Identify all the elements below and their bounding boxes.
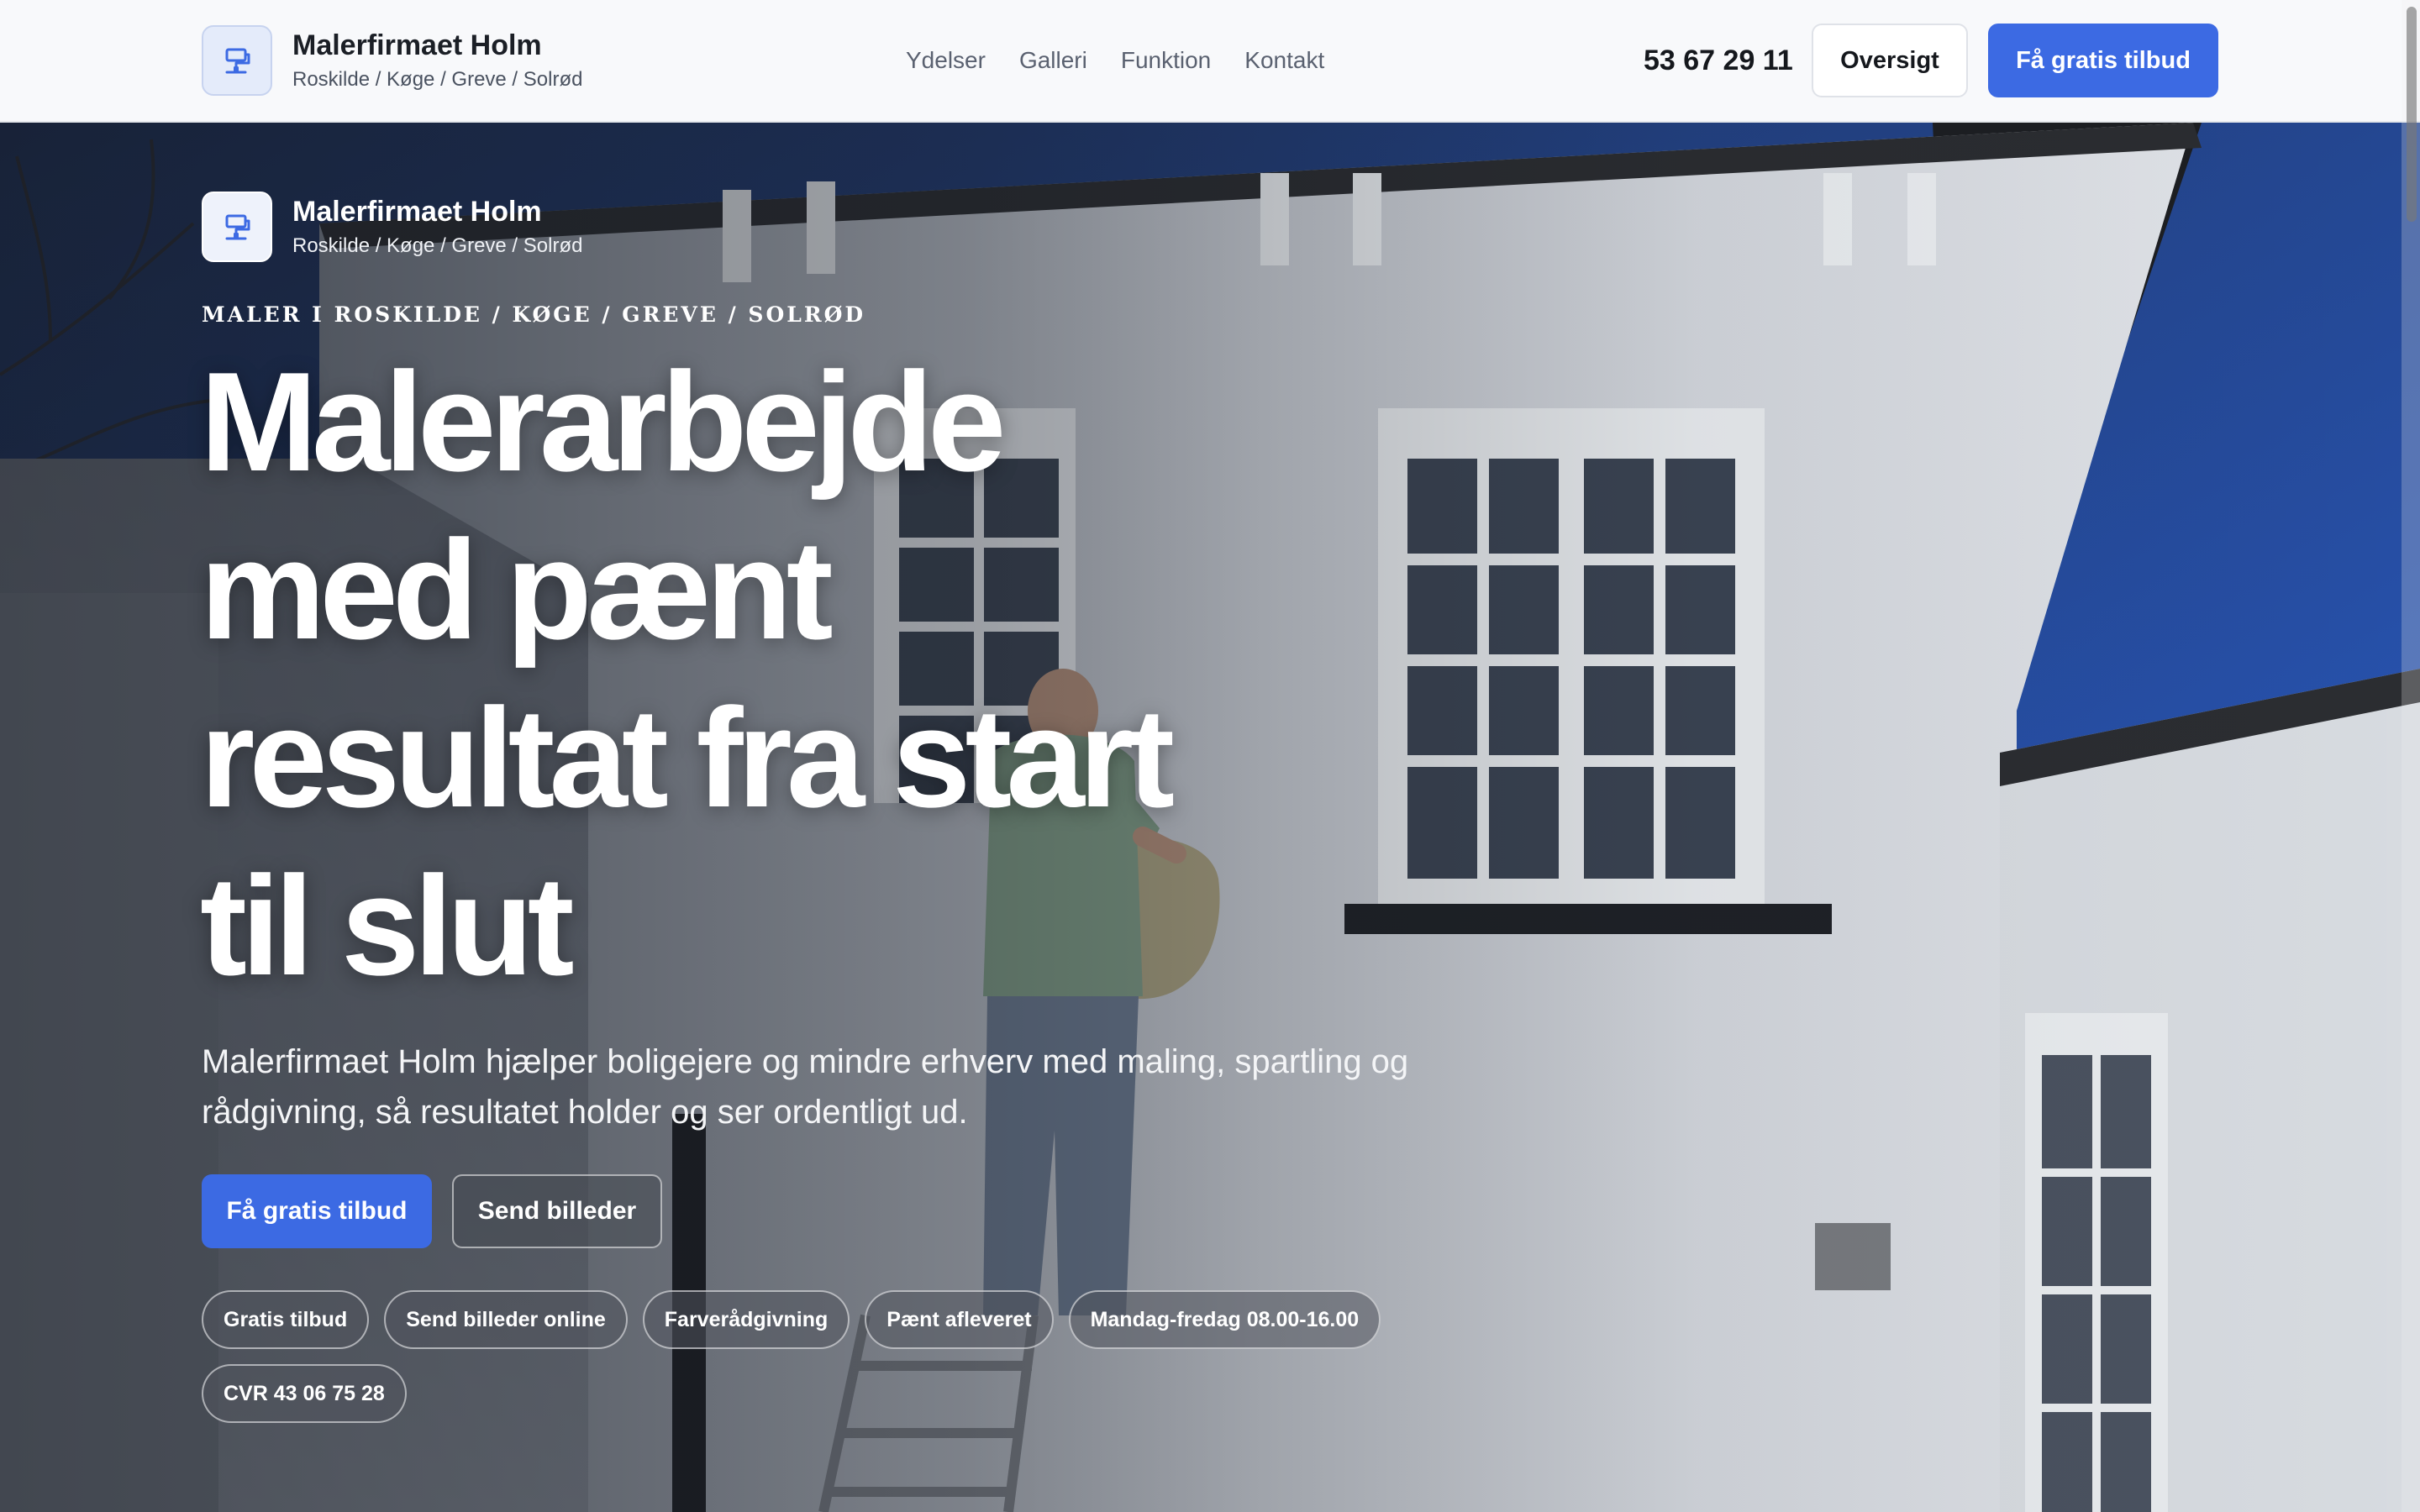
nav-item-ydelser[interactable]: Ydelser xyxy=(906,44,986,77)
scrollbar-thumb[interactable] xyxy=(2407,7,2417,222)
chip-cvr: CVR 43 06 75 28 xyxy=(202,1364,407,1423)
chip-neatly-delivered: Pænt afleveret xyxy=(865,1290,1054,1349)
paint-roller-icon xyxy=(202,25,272,96)
feature-chips: Gratis tilbud Send billeder online Farve… xyxy=(202,1290,1428,1423)
hero-eyebrow: MALER I ROSKILDE / KØGE / GREVE / SOLRØD xyxy=(202,302,866,327)
brand-tagline: Roskilde / Køge / Greve / Solrød xyxy=(292,68,583,91)
hero-description: Malerfirmaet Holm hjælper boligejere og … xyxy=(202,1043,1409,1131)
brand-name: Malerfirmaet Holm xyxy=(292,29,542,61)
chip-color-advice: Farverådgivning xyxy=(642,1290,850,1349)
site-header: Malerfirmaet Holm Roskilde / Køge / Grev… xyxy=(0,0,2420,123)
phone-link[interactable]: 53 67 29 11 xyxy=(1644,42,1793,79)
main-nav: Ydelser Galleri Funktion Kontakt xyxy=(906,44,1324,77)
paint-roller-icon xyxy=(202,192,272,262)
overview-button[interactable]: Oversigt xyxy=(1812,24,1968,97)
hero-section: Malerfirmaet Holm Roskilde / Køge / Grev… xyxy=(0,123,2420,1512)
get-quote-button[interactable]: Få gratis tilbud xyxy=(1988,24,2218,97)
hero-get-quote-button[interactable]: Få gratis tilbud xyxy=(202,1174,432,1248)
hero-brand: Malerfirmaet Holm Roskilde / Køge / Grev… xyxy=(202,192,582,262)
chip-opening-hours: Mandag-fredag 08.00-16.00 xyxy=(1068,1290,1381,1349)
chip-send-photos-online: Send billeder online xyxy=(384,1290,628,1349)
send-photos-button[interactable]: Send billeder xyxy=(452,1174,662,1248)
hero-brand-tagline: Roskilde / Køge / Greve / Solrød xyxy=(292,234,583,257)
nav-item-galleri[interactable]: Galleri xyxy=(1019,44,1087,77)
page-scrollbar[interactable] xyxy=(2402,0,2420,1512)
nav-item-kontakt[interactable]: Kontakt xyxy=(1244,44,1324,77)
hero-brand-name: Malerfirmaet Holm xyxy=(292,196,542,228)
hero-headline: Malerarbejde med pænt resultat fra start… xyxy=(200,343,1175,1005)
nav-item-funktion[interactable]: Funktion xyxy=(1121,44,1211,77)
chip-free-quote: Gratis tilbud xyxy=(202,1290,370,1349)
brand[interactable]: Malerfirmaet Holm Roskilde / Køge / Grev… xyxy=(202,25,582,96)
